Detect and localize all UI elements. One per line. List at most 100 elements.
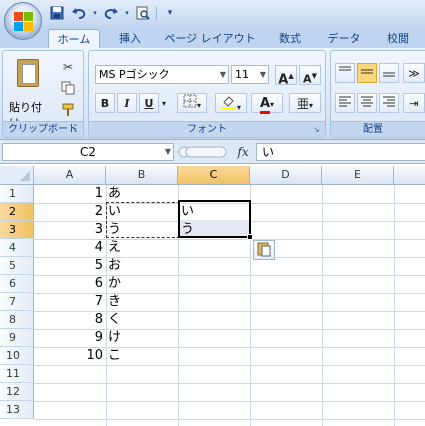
row-header-7[interactable]: 7 [0,293,34,311]
cell-b10[interactable]: こ [106,347,178,365]
cell-b7[interactable]: き [106,293,178,311]
cell-b6[interactable]: か [106,275,178,293]
row-header-6[interactable]: 6 [0,275,34,293]
office-button[interactable] [4,2,42,40]
cell-a2[interactable]: 2 [34,203,106,221]
font-size-select[interactable]: 11 ▼ [231,65,269,84]
font-size-value: 11 [235,68,249,81]
column-header-a[interactable]: A [34,166,106,185]
grid-line [34,401,425,402]
phonetic-guide-label: 亜 [296,97,309,111]
row-header-9[interactable]: 9 [0,329,34,347]
row-header-1[interactable]: 1 [0,185,34,203]
align-left-icon[interactable] [335,93,355,113]
cell-b1[interactable]: あ [106,185,178,203]
fill-color-icon [221,96,236,110]
ribbon: 貼り付け ✂ クリップボード ↘ MS Pゴシック ▼ 11 ▼ A▲ A▼ B… [0,48,425,140]
column-header-c[interactable]: C [178,166,250,185]
formula-bar: C2 ▼ fx い [0,140,425,164]
cell-a3[interactable]: 3 [34,221,106,239]
indent-icon[interactable]: ⇥ [403,93,425,113]
tab-page-layout[interactable]: ページ レイアウト [160,29,260,48]
underline-button[interactable]: U [139,93,159,113]
row-header-3[interactable]: 3 [0,221,34,239]
row-header-8[interactable]: 8 [0,311,34,329]
cut-icon[interactable]: ✂ [59,59,77,75]
row-header-13[interactable]: 13 [0,401,34,419]
column-header-e[interactable]: E [322,166,394,185]
grow-font-label: A [278,72,289,88]
cell-b5[interactable]: お [106,257,178,275]
paste-options-button[interactable] [253,240,275,260]
fill-color-button[interactable]: ▾ [215,93,247,113]
select-all-button[interactable] [0,166,34,185]
redo-icon[interactable] [102,4,120,22]
row-header-12[interactable]: 12 [0,383,34,401]
cell-a1[interactable]: 1 [34,185,106,203]
align-middle-icon[interactable] [357,63,377,83]
tab-home[interactable]: ホーム [48,29,100,48]
tab-insert[interactable]: 挿入 [112,29,148,48]
column-header-d[interactable]: D [250,166,322,185]
redo-dropdown-icon[interactable]: ▾ [124,4,130,22]
cell-b4[interactable]: え [106,239,178,257]
row-header-2[interactable]: 2 [0,203,34,221]
font-name-select[interactable]: MS Pゴシック ▼ [95,65,229,84]
undo-dropdown-icon[interactable]: ▾ [92,4,98,22]
paste-button[interactable]: 貼り付け [9,57,45,130]
insert-function-icon[interactable]: fx [232,143,254,161]
save-icon[interactable] [48,4,66,22]
formula-input[interactable]: い [256,143,425,161]
cell-b9[interactable]: け [106,329,178,347]
name-box-value: C2 [79,145,96,159]
clipboard-launcher-icon[interactable]: ↘ [71,125,80,134]
cell-a9[interactable]: 9 [34,329,106,347]
paste-options-icon [257,242,271,257]
cell-a10[interactable]: 10 [34,347,106,365]
underline-dropdown-icon[interactable]: ▾ [159,93,169,113]
cell-a5[interactable]: 5 [34,257,106,275]
font-launcher-icon[interactable]: ↘ [313,125,322,134]
italic-button[interactable]: I [117,93,137,113]
customize-toolbar-icon[interactable]: ▾ [161,4,179,22]
font-color-button[interactable]: A▾ [251,93,283,114]
cell-a6[interactable]: 6 [34,275,106,293]
copy-icon[interactable] [59,81,77,97]
format-painter-icon[interactable] [59,103,77,119]
cell-a7[interactable]: 7 [34,293,106,311]
cell-a8[interactable]: 8 [34,311,106,329]
column-header-f[interactable] [394,166,425,185]
align-bottom-icon[interactable] [379,63,399,83]
undo-icon[interactable] [70,4,88,22]
align-top-icon[interactable] [335,63,355,83]
borders-button[interactable]: ▾ [177,93,207,113]
title-bar: ▾ ▾ ▾ [0,0,425,26]
formula-bar-splitter[interactable] [178,143,228,161]
phonetic-guide-button[interactable]: 亜▾ [289,93,321,113]
text-orientation-icon[interactable]: ≫ [403,63,425,83]
row-header-10[interactable]: 10 [0,347,34,365]
align-center-icon[interactable] [357,93,377,113]
tab-review[interactable]: 校閲 [378,29,418,48]
paste-icon [17,59,39,87]
name-box[interactable]: C2 ▼ [2,143,174,161]
grid-line [34,419,425,420]
toolbar-separator [156,6,157,20]
chevron-down-icon: ▼ [164,147,171,156]
row-header-11[interactable]: 11 [0,365,34,383]
cell-b8[interactable]: く [106,311,178,329]
column-header-b[interactable]: B [106,166,178,185]
font-group-label: フォント [89,121,325,137]
tab-data[interactable]: データ [322,29,366,48]
shrink-font-button[interactable]: A▼ [299,65,321,86]
row-header-4[interactable]: 4 [0,239,34,257]
grid-line [34,365,425,366]
cell-a4[interactable]: 4 [34,239,106,257]
align-right-icon[interactable] [379,93,399,113]
grow-font-button[interactable]: A▲ [275,65,297,88]
row-header-5[interactable]: 5 [0,257,34,275]
bold-button[interactable]: B [95,93,115,113]
tab-formulas[interactable]: 数式 [270,29,310,48]
print-preview-icon[interactable] [134,4,152,22]
office-logo-icon [14,12,34,32]
